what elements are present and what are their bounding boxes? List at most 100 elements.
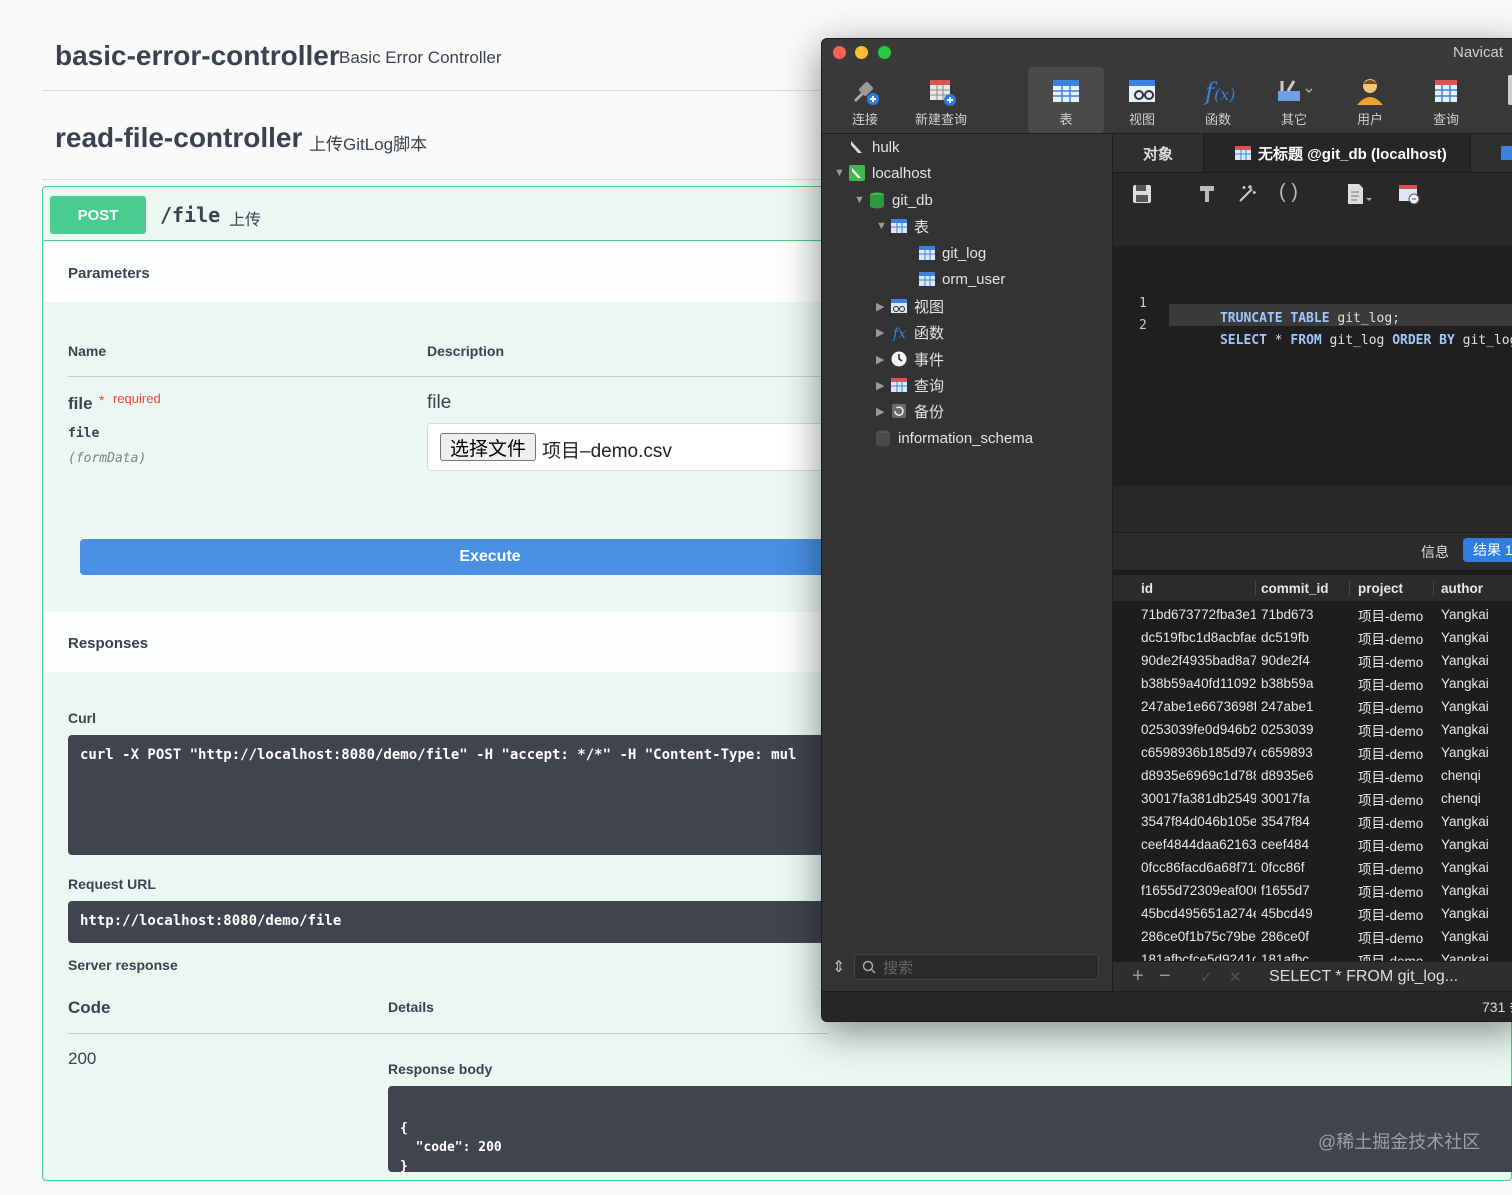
- execute-button[interactable]: Execute: [80, 539, 900, 575]
- expand-arrow-icon[interactable]: ▼: [854, 194, 868, 206]
- table-cell[interactable]: 286ce0f: [1256, 929, 1350, 944]
- table-row[interactable]: ceef4844daa621639 ceef484 项目-demo Yangkai: [1113, 833, 1512, 856]
- tab-query[interactable]: 无标题 @git_db (localhost): [1204, 134, 1471, 172]
- sql-editor[interactable]: [1113, 246, 1512, 486]
- table-cell[interactable]: chenqi: [1434, 791, 1512, 806]
- table-cell[interactable]: 247abe1: [1256, 699, 1350, 714]
- table-row[interactable]: 0fcc86facd6a68f711 0fcc86f 项目-demo Yangkai: [1113, 856, 1512, 879]
- tree-item-hulk[interactable]: hulk: [834, 134, 900, 160]
- column-header[interactable]: author: [1434, 581, 1512, 596]
- tree-item-orm-user[interactable]: orm_user: [918, 266, 1005, 292]
- tree-item-git-log[interactable]: git_log: [918, 240, 986, 266]
- tree-item-localhost[interactable]: ▼ localhost: [834, 160, 931, 186]
- table-cell[interactable]: 项目-demo: [1350, 766, 1434, 786]
- table-row[interactable]: 247abe1e6673698f5 247abe1 项目-demo Yangkai: [1113, 695, 1512, 718]
- table-cell[interactable]: 项目-demo: [1350, 651, 1434, 671]
- tab-objects[interactable]: 对象: [1113, 134, 1204, 172]
- expand-arrow-icon[interactable]: ▼: [876, 220, 890, 232]
- expand-arrow-icon[interactable]: ▶: [876, 353, 890, 366]
- table-row[interactable]: d8935e6969c1d788 d8935e6 项目-demo chenqi: [1113, 764, 1512, 787]
- table-cell[interactable]: 项目-demo: [1350, 743, 1434, 763]
- table-cell[interactable]: Yangkai: [1434, 860, 1512, 875]
- table-cell[interactable]: Yangkai: [1434, 883, 1512, 898]
- toolbar-overflow[interactable]: [1508, 75, 1512, 105]
- table-cell[interactable]: 项目-demo: [1350, 789, 1434, 809]
- tree-item-git-db[interactable]: ▼ git_db: [854, 187, 933, 213]
- table-cell[interactable]: Yangkai: [1434, 676, 1512, 691]
- table-row[interactable]: 0253039fe0d946b2e 0253039 项目-demo Yangkai: [1113, 718, 1512, 741]
- table-cell[interactable]: 247abe1e6673698f5: [1113, 699, 1256, 714]
- table-cell[interactable]: Yangkai: [1434, 837, 1512, 852]
- table-cell[interactable]: 3547f84: [1256, 814, 1350, 829]
- table-cell[interactable]: chenqi: [1434, 768, 1512, 783]
- tab-info[interactable]: 信息: [1421, 542, 1449, 562]
- expand-arrow-icon[interactable]: ▶: [876, 300, 890, 313]
- table-cell[interactable]: 71bd673772fba3e181: [1113, 607, 1256, 622]
- table-cell[interactable]: 项目-demo: [1350, 697, 1434, 717]
- table-cell[interactable]: ceef4844daa621639: [1113, 837, 1256, 852]
- table-cell[interactable]: 0253039: [1256, 722, 1350, 737]
- column-header[interactable]: commit_id: [1256, 580, 1350, 596]
- table-row[interactable]: 3547f84d046b105e5 3547f84 项目-demo Yangkai: [1113, 810, 1512, 833]
- title-bar[interactable]: [822, 39, 1512, 67]
- table-cell[interactable]: f1655d72309eaf006: [1113, 883, 1256, 898]
- table-icon[interactable]: [1501, 146, 1512, 160]
- parentheses-icon[interactable]: ( ): [1279, 181, 1298, 204]
- table-cell[interactable]: 3547f84d046b105e5: [1113, 814, 1256, 829]
- toolbar-new-query[interactable]: 新建查询: [906, 73, 976, 128]
- table-cell[interactable]: dc519fb: [1256, 630, 1350, 645]
- expand-arrow-icon[interactable]: ▶: [876, 379, 890, 392]
- minimize-window-button[interactable]: [855, 46, 868, 59]
- table-cell[interactable]: 286ce0f1b75c79bef4: [1113, 929, 1256, 944]
- tree-item-tables[interactable]: ▼ 表: [876, 213, 929, 239]
- table-cell[interactable]: ceef484: [1256, 837, 1350, 852]
- toolbar-other[interactable]: 其它: [1259, 73, 1329, 128]
- table-cell[interactable]: c659893: [1256, 745, 1350, 760]
- tab-result[interactable]: 结果 1: [1463, 538, 1512, 562]
- tag-title-basic-error[interactable]: basic-error-controller: [55, 40, 340, 72]
- tree-item-information-schema[interactable]: information_schema: [874, 425, 1033, 451]
- table-cell[interactable]: d8935e6: [1256, 768, 1350, 783]
- filter-toggle-icon[interactable]: ⇕: [832, 957, 845, 977]
- expand-arrow-icon[interactable]: ▶: [876, 326, 890, 339]
- table-row[interactable]: b38b59a40fd11092a b38b59a 项目-demo Yangkai: [1113, 672, 1512, 695]
- table-cell[interactable]: f1655d7: [1256, 883, 1350, 898]
- tag-title-read-file[interactable]: read-file-controller: [55, 122, 302, 154]
- table-row[interactable]: 30017fa381db25499 30017fa 项目-demo chenqi: [1113, 787, 1512, 810]
- table-cell[interactable]: Yangkai: [1434, 722, 1512, 737]
- table-cell[interactable]: 90de2f4935bad8a77: [1113, 653, 1256, 668]
- table-cell[interactable]: Yangkai: [1434, 745, 1512, 760]
- table-cell[interactable]: Yangkai: [1434, 906, 1512, 921]
- tree-item-queries[interactable]: ▶ 查询: [876, 372, 944, 398]
- format-icon[interactable]: [1196, 183, 1218, 205]
- table-cell[interactable]: 45bcd495651a274e3: [1113, 906, 1256, 921]
- table-cell[interactable]: 项目-demo: [1350, 812, 1434, 832]
- table-cell[interactable]: 0fcc86facd6a68f711: [1113, 860, 1256, 875]
- column-header[interactable]: project: [1350, 580, 1434, 596]
- expand-arrow-icon[interactable]: ▼: [834, 167, 848, 179]
- sidebar-search-field[interactable]: 搜索: [854, 954, 1099, 980]
- delete-row-icon[interactable]: −: [1159, 965, 1171, 988]
- add-row-icon[interactable]: +: [1132, 965, 1144, 988]
- apply-icon[interactable]: ✓: [1200, 968, 1213, 986]
- discard-icon[interactable]: ✕: [1229, 968, 1242, 986]
- table-cell[interactable]: 0253039fe0d946b2e: [1113, 722, 1256, 737]
- table-cell[interactable]: 项目-demo: [1350, 605, 1434, 625]
- table-cell[interactable]: b38b59a40fd11092a: [1113, 676, 1256, 691]
- table-row[interactable]: 90de2f4935bad8a77 90de2f4 项目-demo Yangkai: [1113, 649, 1512, 672]
- tree-item-views[interactable]: ▶ 视图: [876, 293, 944, 319]
- table-cell[interactable]: Yangkai: [1434, 814, 1512, 829]
- toolbar-view[interactable]: 视图: [1107, 73, 1177, 128]
- table-row[interactable]: c6598936b185d97e9 c659893 项目-demo Yangkai: [1113, 741, 1512, 764]
- table-cell[interactable]: d8935e6969c1d788: [1113, 768, 1256, 783]
- table-cell[interactable]: c6598936b185d97e9: [1113, 745, 1256, 760]
- table-cell[interactable]: Yangkai: [1434, 607, 1512, 622]
- toolbar-user[interactable]: 用户: [1335, 73, 1405, 128]
- table-row[interactable]: dc519fbc1d8acbfae3 dc519fb 项目-demo Yangkai: [1113, 626, 1512, 649]
- table-cell[interactable]: 90de2f4: [1256, 653, 1350, 668]
- table-cell[interactable]: 项目-demo: [1350, 720, 1434, 740]
- table-cell[interactable]: Yangkai: [1434, 630, 1512, 645]
- column-header[interactable]: id: [1113, 580, 1256, 596]
- table-cell[interactable]: 项目-demo: [1350, 674, 1434, 694]
- table-cell[interactable]: 项目-demo: [1350, 927, 1434, 947]
